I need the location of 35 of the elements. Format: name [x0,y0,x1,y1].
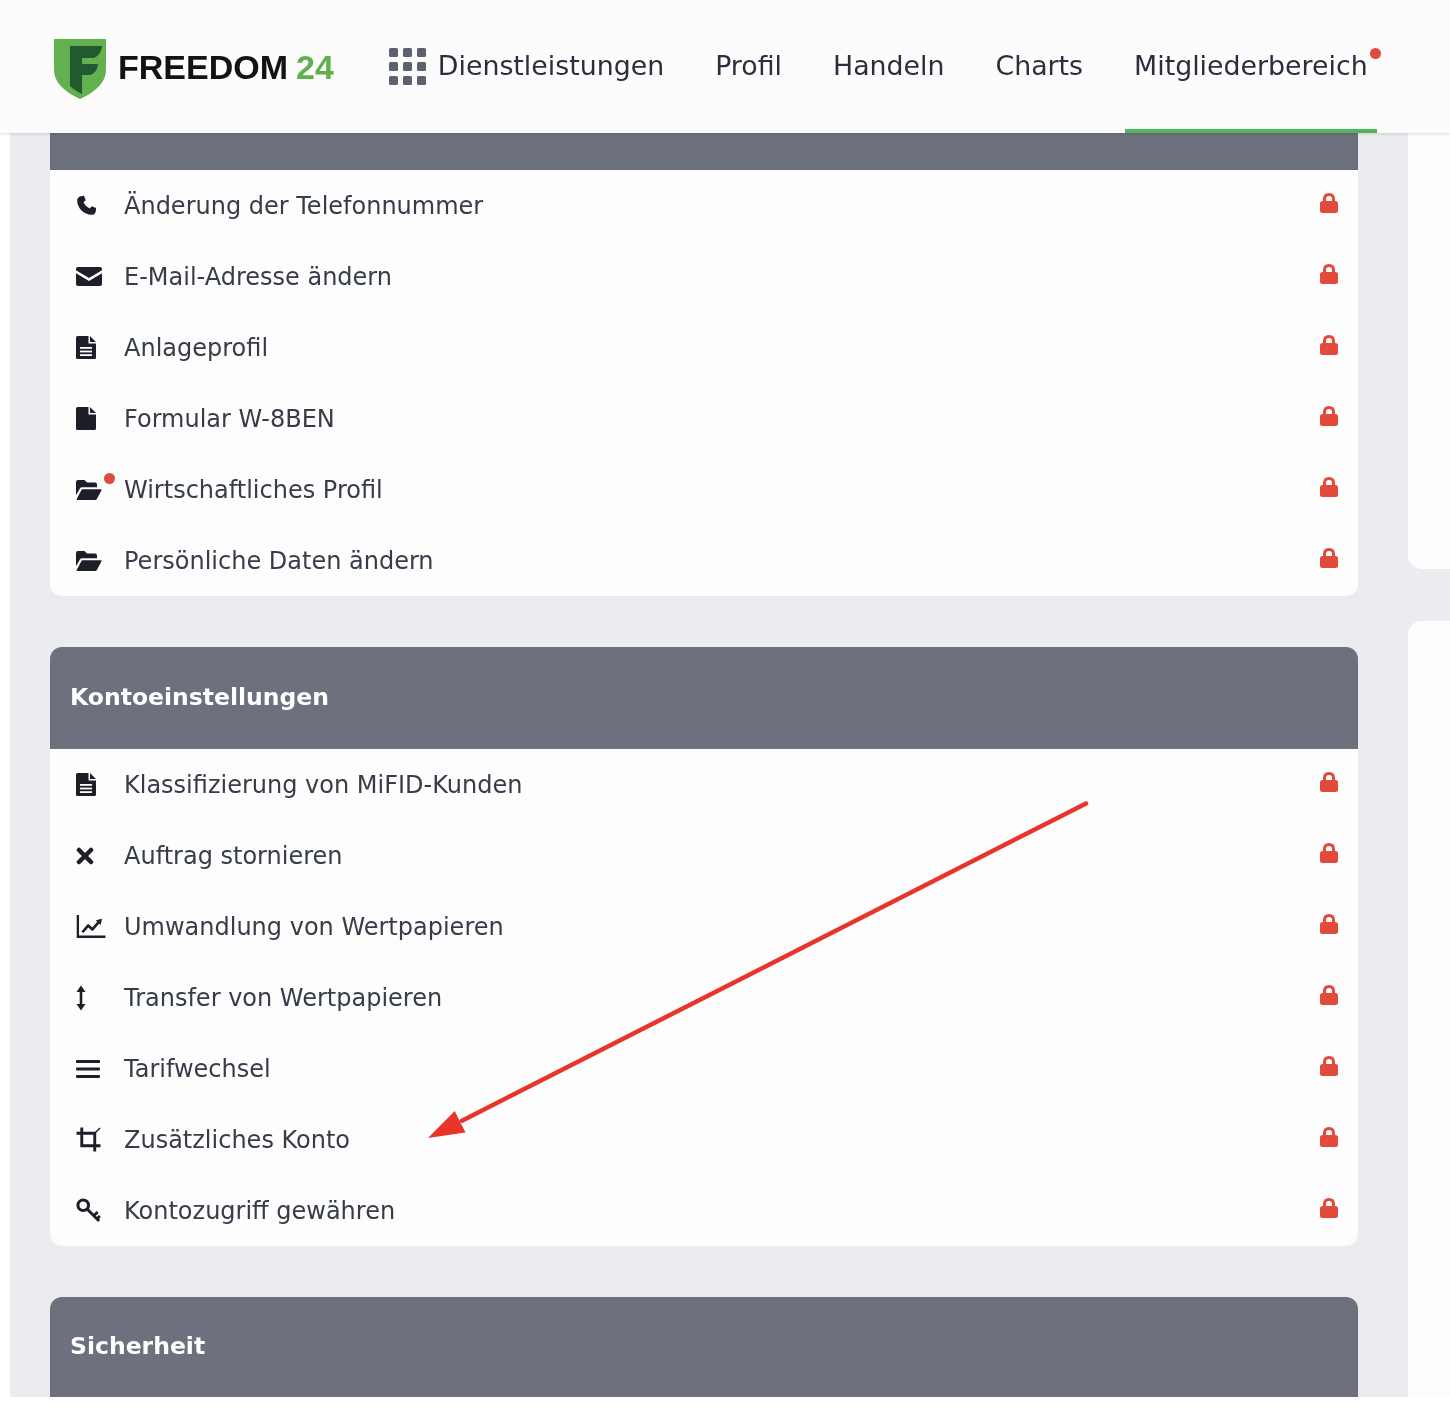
section-title: Sicherheit [70,1331,206,1363]
settings-link[interactable]: Anlageprofil [124,329,269,366]
settings-link[interactable]: Umwandlung von Wertpapieren [124,908,504,945]
vertical-arrows-icon [76,984,86,1011]
phone-icon [76,195,97,216]
cross-icon [76,846,94,865]
envelope-icon [76,267,102,286]
grid-icon [388,48,426,85]
folder-icon [76,479,102,500]
nav-link[interactable]: Dienstleistungen [379,0,674,133]
section-title: Kontoeinstellungen [70,682,329,714]
document-icon [76,773,96,796]
key-icon [76,1198,101,1223]
line-chart-icon [76,915,106,938]
nav-link[interactable]: Profil [706,0,791,133]
settings-link[interactable]: Auftrag stornieren [124,837,343,874]
settings-link[interactable]: Klassifizierung von MiFID-Kunden [124,766,523,803]
shield-logo-icon[interactable] [54,38,106,99]
nav-link[interactable]: Handeln [824,0,954,133]
folder-icon [76,550,102,571]
settings-link[interactable]: Kontozugriff gewähren [124,1192,396,1229]
file-icon [76,407,96,430]
crop-icon [76,1127,101,1152]
settings-link[interactable]: Änderung der Telefonnummer [124,187,484,224]
nav-link[interactable]: Charts [986,0,1093,133]
settings-link[interactable]: Transfer von Wertpapieren [124,979,443,1016]
settings-link[interactable]: Tarifwechsel [124,1050,271,1087]
settings-link[interactable]: E-Mail-Adresse ändern [124,258,393,295]
settings-link[interactable]: Persönliche Daten ändern [124,542,434,579]
settings-link[interactable]: Wirtschaftliches Profil [124,471,383,508]
settings-link[interactable]: Formular W-8BEN [124,400,335,437]
three-lines-icon [76,1059,100,1078]
document-icon [76,336,96,359]
settings-link[interactable]: Zusätzliches Konto [124,1121,351,1158]
logo-text[interactable]: FREEDOM [118,49,288,84]
